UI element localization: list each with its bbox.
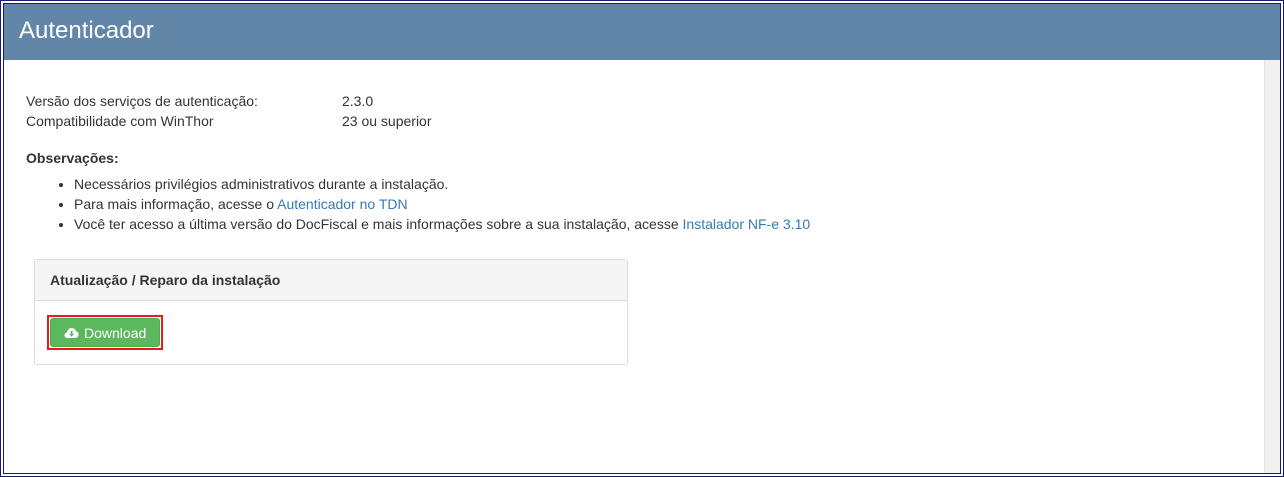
info-row-compatibility: Compatibilidade com WinThor 23 ou superio…: [26, 111, 432, 131]
info-row-version: Versão dos serviços de autenticação: 2.3.…: [26, 91, 432, 111]
vertical-scrollbar[interactable]: [1264, 60, 1280, 473]
observation-text: Necessários privilégios administrativos …: [74, 176, 449, 192]
panel-title: Atualização / Reparo da instalação: [35, 260, 627, 301]
download-button-label: Download: [84, 324, 147, 341]
installer-link[interactable]: Instalador NF-e 3.10: [683, 216, 811, 232]
observation-item: Necessários privilégios administrativos …: [74, 174, 810, 194]
observations-title: Observações:: [26, 150, 119, 166]
download-highlight: Download: [47, 315, 164, 350]
observation-item: Você ter acesso a última versão do DocFi…: [74, 214, 810, 234]
info-value-version: 2.3.0: [342, 93, 374, 109]
info-value-compatibility: 23 ou superior: [342, 113, 432, 129]
page-title: Autenticador: [19, 17, 154, 44]
tdn-link[interactable]: Autenticador no TDN: [277, 196, 407, 212]
cloud-download-icon: [64, 327, 79, 338]
info-table: Versão dos serviços de autenticação: 2.3.…: [26, 91, 432, 131]
page-header: Autenticador: [4, 4, 1280, 60]
page-container: Autenticador Versão dos serviços de aute…: [3, 3, 1281, 474]
observation-text: Você ter acesso a última versão do DocFi…: [74, 216, 683, 232]
info-label-compatibility: Compatibilidade com WinThor: [26, 113, 214, 129]
window-frame: Autenticador Versão dos serviços de aute…: [0, 0, 1284, 477]
download-button[interactable]: Download: [50, 318, 161, 347]
observation-text: Para mais informação, acesse o: [74, 196, 278, 212]
update-repair-panel: Atualização / Reparo da instalação Downl…: [34, 259, 628, 365]
observations-list: Necessários privilégios administrativos …: [26, 174, 810, 234]
observation-item: Para mais informação, acesse o Autentica…: [74, 194, 810, 214]
info-label-version: Versão dos serviços de autenticação:: [26, 93, 258, 109]
